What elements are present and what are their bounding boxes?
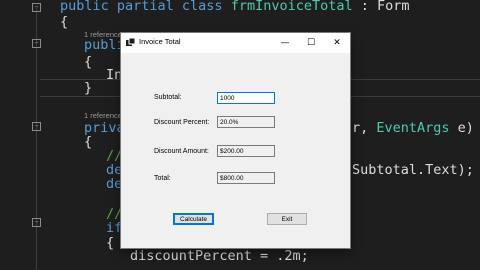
- total-label: Total:: [154, 175, 171, 182]
- discount-percent-label: Discount Percent:: [154, 119, 210, 126]
- total-field[interactable]: $800.00: [217, 172, 275, 184]
- calculate-button[interactable]: Calculate: [173, 213, 214, 225]
- exit-button[interactable]: Exit: [267, 213, 307, 225]
- class-name-text: frmInvoiceTotal: [230, 0, 353, 14]
- collapse-toggle[interactable]: −: [32, 39, 41, 48]
- keyword-text: public partial class: [60, 0, 223, 14]
- subtotal-input[interactable]: 1000: [217, 92, 275, 104]
- code-text: r,: [352, 120, 377, 136]
- code-text: : Form: [352, 0, 410, 14]
- code-line[interactable]: {: [106, 235, 114, 251]
- code-line[interactable]: {: [84, 134, 92, 150]
- window-titlebar[interactable]: Invoice Total — ☐ ✕: [121, 33, 350, 53]
- collapse-toggle[interactable]: −: [32, 3, 41, 12]
- collapse-toggle[interactable]: −: [32, 122, 41, 131]
- code-line[interactable]: {: [60, 14, 68, 30]
- app-icon: [126, 38, 135, 46]
- collapse-toggle[interactable]: −: [32, 218, 41, 227]
- close-button[interactable]: ✕: [324, 33, 350, 53]
- keyword-text: if: [106, 220, 123, 236]
- discount-percent-field[interactable]: 20.0%: [217, 116, 275, 128]
- discount-amount-label: Discount Amount:: [154, 148, 209, 155]
- code-text: e): [449, 120, 474, 136]
- reference-count-link[interactable]: 1 reference: [84, 111, 122, 120]
- discount-amount-field[interactable]: $200.00: [217, 145, 275, 157]
- invoice-total-window: Invoice Total — ☐ ✕ Subtotal: 1000 Disco…: [121, 33, 350, 248]
- window-title: Invoice Total: [139, 37, 181, 46]
- code-line-method-params[interactable]: r, EventArgs e): [352, 120, 474, 136]
- code-line[interactable]: de: [106, 176, 122, 192]
- code-line-subtotal[interactable]: Subtotal.Text);: [352, 162, 474, 178]
- code-line[interactable]: if: [106, 220, 122, 236]
- type-name-text: EventArgs: [376, 120, 450, 136]
- keyword-text: de: [106, 176, 123, 192]
- code-line[interactable]: }: [84, 80, 92, 96]
- code-line-class-declaration[interactable]: public partial class frmInvoiceTotal : F…: [60, 0, 410, 14]
- subtotal-label: Subtotal:: [154, 94, 182, 101]
- code-line-discount-percent[interactable]: discountPercent = .2m;: [130, 248, 309, 264]
- minimize-button[interactable]: —: [272, 33, 298, 53]
- code-line[interactable]: In: [106, 67, 122, 83]
- code-line[interactable]: {: [84, 54, 92, 70]
- maximize-button[interactable]: ☐: [298, 33, 324, 53]
